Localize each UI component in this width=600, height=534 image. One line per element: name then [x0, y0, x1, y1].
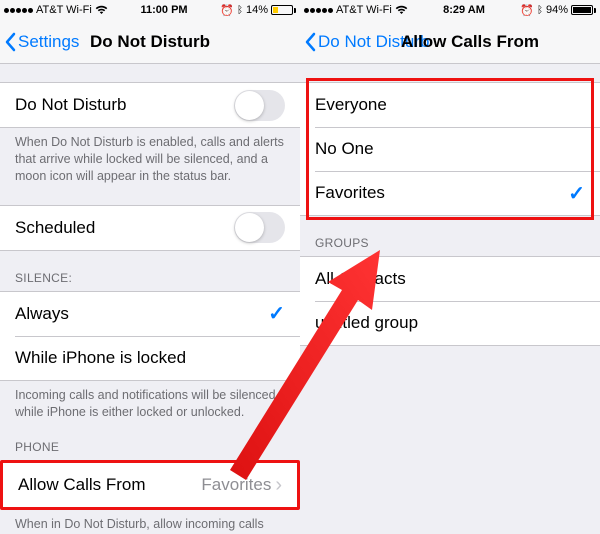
back-button[interactable]: Do Not Disturb [300, 32, 429, 52]
row-do-not-disturb[interactable]: Do Not Disturb [0, 83, 300, 127]
row-label: While iPhone is locked [15, 348, 186, 368]
checkmark-icon: ✓ [268, 301, 285, 326]
signal-icon [304, 8, 333, 13]
signal-icon [4, 8, 33, 13]
section-allow-from: Everyone No One Favorites ✓ [300, 82, 600, 216]
row-label: untitled group [315, 313, 418, 333]
section-header: PHONE [0, 440, 300, 460]
battery-icon [271, 5, 296, 15]
phone-right: AT&T Wi-Fi 8:29 AM ⏰ ᛒ 94% Do Not Distur… [300, 0, 600, 534]
clock-label: 11:00 PM [140, 4, 187, 16]
row-favorites[interactable]: Favorites ✓ [300, 171, 600, 215]
carrier-label: AT&T Wi-Fi [36, 4, 92, 16]
chevron-left-icon [304, 32, 316, 52]
nav-bar: Settings Do Not Disturb [0, 20, 300, 64]
row-label: All Contacts [315, 269, 406, 289]
bluetooth-icon: ᛒ [237, 5, 243, 16]
section-silence: SILENCE: Always ✓ While iPhone is locked… [0, 271, 300, 421]
row-scheduled[interactable]: Scheduled [0, 206, 300, 250]
row-untitled-group[interactable]: untitled group [300, 301, 600, 345]
section-groups: GROUPS All Contacts untitled group [300, 236, 600, 346]
row-label: Always [15, 304, 69, 324]
row-value: Favorites [201, 475, 271, 495]
row-label: Everyone [315, 95, 387, 115]
row-label: Scheduled [15, 218, 95, 238]
section-scheduled: Scheduled [0, 205, 300, 251]
section-footer: When Do Not Disturb is enabled, calls an… [0, 128, 300, 185]
bluetooth-icon: ᛒ [537, 5, 543, 16]
highlight-allow-calls: Allow Calls From Favorites › [0, 460, 300, 510]
battery-percent: 94% [546, 4, 568, 16]
back-label: Settings [18, 32, 79, 52]
section-header: SILENCE: [0, 271, 300, 291]
row-silence-always[interactable]: Always ✓ [0, 292, 300, 336]
battery-icon [571, 5, 596, 15]
row-everyone[interactable]: Everyone [300, 83, 600, 127]
row-no-one[interactable]: No One [300, 127, 600, 171]
row-all-contacts[interactable]: All Contacts [300, 257, 600, 301]
row-silence-locked[interactable]: While iPhone is locked [0, 336, 300, 380]
row-label: No One [315, 139, 374, 159]
nav-bar: Do Not Disturb Allow Calls From [300, 20, 600, 64]
alarm-icon: ⏰ [220, 4, 234, 17]
section-dnd: Do Not Disturb When Do Not Disturb is en… [0, 82, 300, 185]
checkmark-icon: ✓ [568, 181, 585, 206]
toggle-scheduled[interactable] [234, 212, 285, 243]
section-phone: PHONE Allow Calls From Favorites › When … [0, 440, 300, 534]
battery-percent: 14% [246, 4, 268, 16]
section-header: GROUPS [300, 236, 600, 256]
alarm-icon: ⏰ [520, 4, 534, 17]
section-footer: When in Do Not Disturb, allow incoming c… [0, 510, 300, 534]
status-bar: AT&T Wi-Fi 11:00 PM ⏰ ᛒ 14% [0, 0, 300, 20]
row-label: Favorites [315, 183, 385, 203]
back-label: Do Not Disturb [318, 32, 429, 52]
chevron-left-icon [4, 32, 16, 52]
phone-left: AT&T Wi-Fi 11:00 PM ⏰ ᛒ 14% Settings Do … [0, 0, 300, 534]
chevron-right-icon: › [275, 475, 282, 495]
toggle-dnd[interactable] [234, 90, 285, 121]
row-label: Do Not Disturb [15, 95, 126, 115]
row-label: Allow Calls From [18, 475, 146, 495]
section-footer: Incoming calls and notifications will be… [0, 381, 300, 421]
status-bar: AT&T Wi-Fi 8:29 AM ⏰ ᛒ 94% [300, 0, 600, 20]
clock-label: 8:29 AM [443, 4, 485, 16]
row-allow-calls-from[interactable]: Allow Calls From Favorites › [3, 463, 297, 507]
carrier-label: AT&T Wi-Fi [336, 4, 392, 16]
wifi-icon [395, 5, 408, 15]
wifi-icon [95, 5, 108, 15]
back-button[interactable]: Settings [0, 32, 79, 52]
